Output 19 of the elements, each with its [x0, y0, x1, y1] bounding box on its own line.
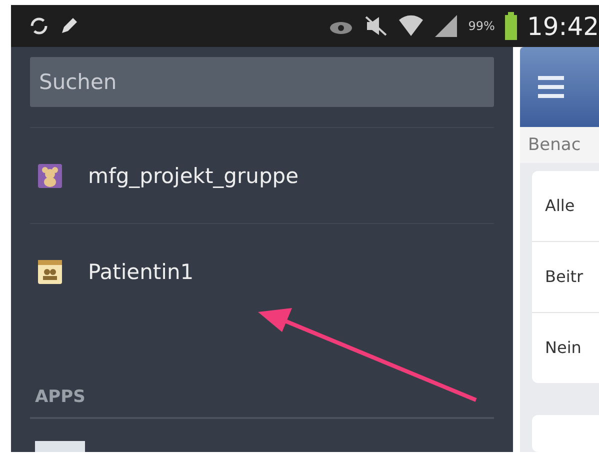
battery-percent: 99% [468, 19, 495, 33]
battery-icon [504, 12, 517, 40]
menu-icon[interactable] [538, 76, 564, 98]
option-item[interactable]: Beitr [532, 242, 599, 313]
drawer-item[interactable]: Patientin1 [30, 224, 494, 320]
sync-icon [29, 16, 49, 36]
clock-time: 19:42 [526, 12, 599, 40]
option-item[interactable]: Alle [532, 170, 599, 242]
signal-icon [434, 14, 458, 38]
app-icon [35, 441, 85, 452]
bear-icon [38, 164, 62, 188]
section-title: Benac [520, 126, 599, 163]
search-field[interactable]: Suchen [30, 57, 494, 108]
contacts-icon [38, 260, 62, 284]
mute-icon [364, 15, 388, 37]
wifi-icon [398, 14, 424, 38]
drawer-item[interactable]: mfg_projekt_gruppe [30, 128, 494, 224]
pencil-icon [59, 16, 79, 36]
option-item[interactable]: Nein [532, 312, 599, 383]
